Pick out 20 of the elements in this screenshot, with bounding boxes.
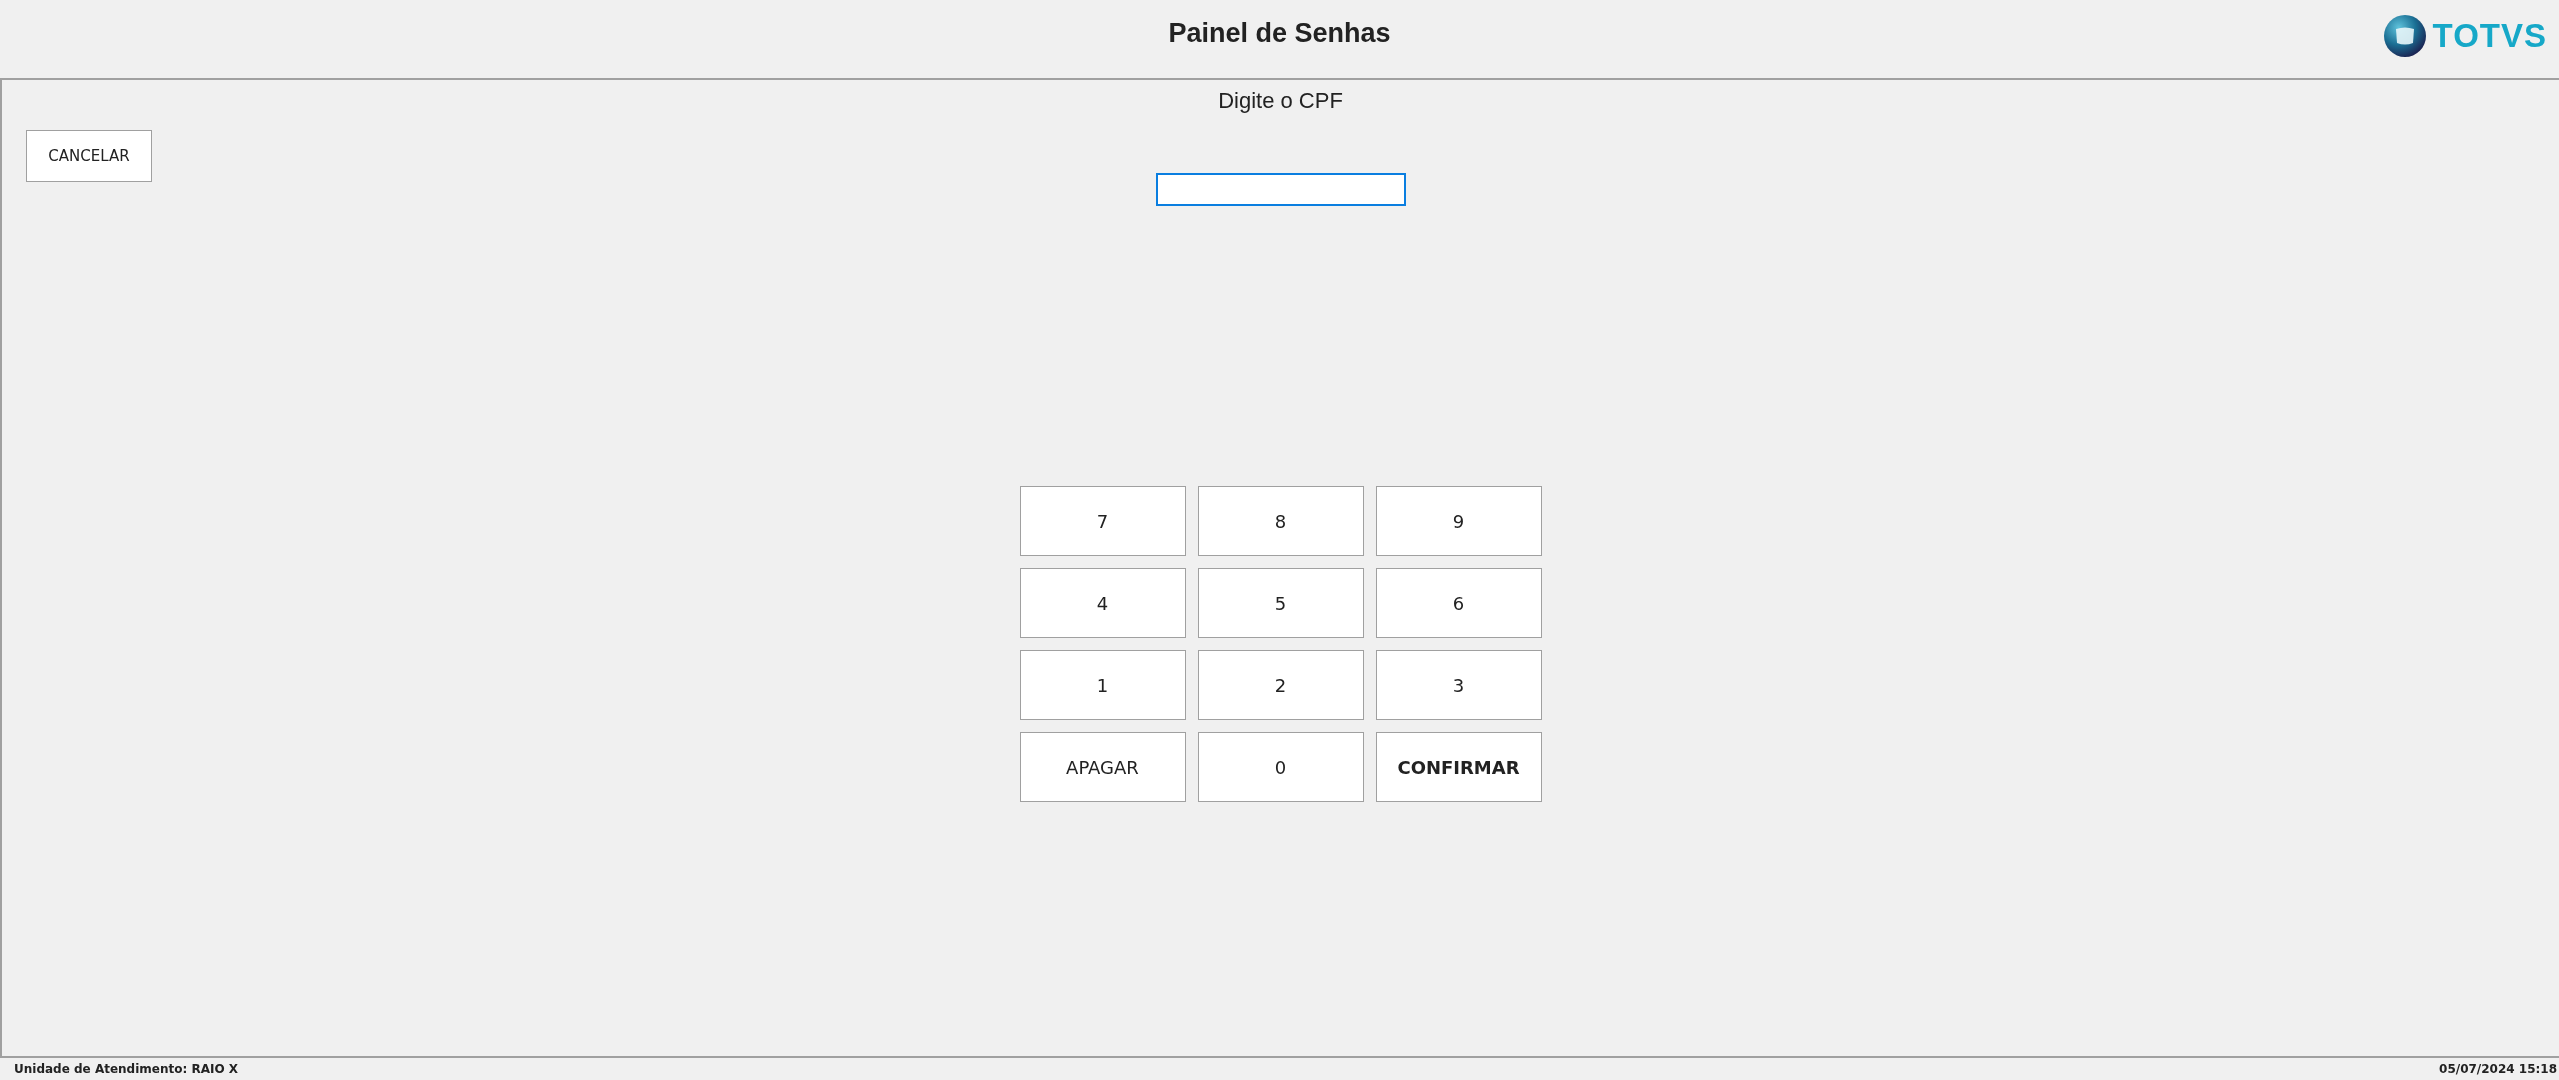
- cpf-input-field[interactable]: [1155, 173, 1406, 206]
- page-title: Painel de Senhas: [1168, 18, 1391, 49]
- digit-key[interactable]: 0: [1197, 732, 1364, 802]
- logo-text: TOTVS: [2432, 17, 2547, 55]
- digit-key[interactable]: 9: [1375, 486, 1542, 556]
- digit-key[interactable]: 1: [1019, 650, 1186, 720]
- digit-key[interactable]: 8: [1197, 486, 1364, 556]
- sphere-logo-icon: [2382, 14, 2427, 58]
- digit-key[interactable]: 7: [1019, 486, 1186, 556]
- erase-button[interactable]: APAGAR: [1019, 732, 1186, 802]
- cancel-button[interactable]: CANCELAR: [26, 130, 152, 182]
- digit-key[interactable]: 3: [1375, 650, 1542, 720]
- prompt-heading: Digite o CPF: [1218, 88, 1343, 114]
- date-time: 05/07/2024 15:18: [2439, 1062, 2557, 1076]
- digit-key[interactable]: 2: [1197, 650, 1364, 720]
- digit-key[interactable]: 5: [1197, 568, 1364, 638]
- unit-label: Unidade de Atendimento: RAIO X: [14, 1062, 239, 1076]
- digit-key[interactable]: 4: [1019, 568, 1186, 638]
- confirm-button[interactable]: CONFIRMAR: [1375, 732, 1542, 802]
- digit-key[interactable]: 6: [1375, 568, 1542, 638]
